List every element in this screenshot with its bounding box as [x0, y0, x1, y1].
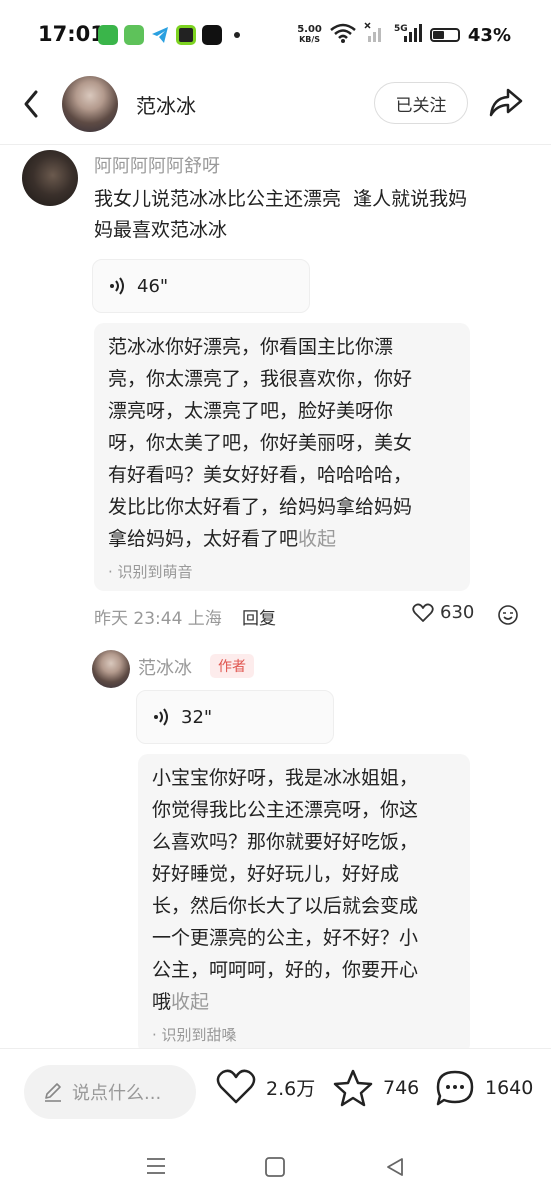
commenter-username[interactable]: 阿阿阿阿阿舒呀	[94, 152, 220, 178]
author-avatar[interactable]	[62, 76, 118, 132]
comment-input[interactable]: 说点什么...	[24, 1065, 196, 1119]
voice-transcript: 范冰冰你好漂亮，你看国主比你漂 亮，你太漂亮了，我很喜欢你，你好 漂亮呀，太漂亮…	[94, 323, 470, 591]
telegram-icon	[150, 25, 170, 45]
comment-input-placeholder: 说点什么...	[72, 1083, 162, 1104]
like-button[interactable]: 2.6万	[216, 1069, 315, 1105]
reply-transcript-text: 小宝宝你好呀，我是冰冰姐姐， 你觉得我比公主还漂亮呀，你这 么喜欢吗？那你就要好…	[152, 767, 419, 1013]
comment-bubble-icon	[436, 1070, 474, 1106]
reply-button[interactable]: 回复	[242, 604, 276, 629]
home-icon[interactable]	[264, 1156, 286, 1182]
net-speed-value: 5.00	[297, 24, 322, 35]
wechat-icon	[98, 25, 118, 45]
reply-voice-message[interactable]: 32"	[136, 690, 334, 744]
voice-duration: 46"	[137, 275, 169, 297]
transcript-text-wrap: 范冰冰你好漂亮，你看国主比你漂 亮，你太漂亮了，我很喜欢你，你好 漂亮呀，太漂亮…	[108, 331, 456, 555]
comment-like-count: 630	[440, 602, 475, 623]
pencil-icon	[45, 1083, 61, 1102]
signal-off-icon	[364, 22, 386, 48]
battery-icon	[429, 28, 460, 42]
reply-collapse-link[interactable]: 收起	[171, 991, 209, 1013]
bottom-action-bar: 说点什么... 2.6万 746 1640	[0, 1048, 551, 1135]
system-nav-bar	[0, 1136, 551, 1200]
comment-meta: 昨天 23:44 上海	[94, 609, 222, 629]
comment-count: 1640	[485, 1077, 534, 1099]
voice-message[interactable]: 46"	[92, 259, 310, 313]
like-count: 2.6万	[266, 1077, 316, 1100]
comment-text[interactable]: 我女儿说范冰冰比公主还漂亮 逢人就说我妈 妈最喜欢范冰冰	[94, 184, 524, 246]
top-bar: 范冰冰 已关注	[0, 72, 551, 136]
star-icon	[333, 1069, 373, 1107]
status-time: 17:01	[38, 22, 105, 46]
reply-username[interactable]: 范冰冰	[138, 654, 192, 680]
battery-percent: 43%	[467, 24, 511, 46]
collapse-link[interactable]: 收起	[298, 528, 336, 550]
svg-text:5G: 5G	[394, 24, 408, 34]
heart-icon	[216, 1069, 256, 1104]
voice-wave-icon	[154, 708, 168, 726]
back-triangle-icon[interactable]	[384, 1156, 406, 1182]
reply-voice-transcript: 小宝宝你好呀，我是冰冰姐姐， 你觉得我比公主还漂亮呀，你这 么喜欢吗？那你就要好…	[138, 754, 470, 1054]
status-bar: 17:01 5.00 KB/S 5G 43%	[0, 0, 551, 70]
reply-recognized-label: · 识别到甜嗓	[152, 1026, 237, 1044]
more-notifications-dot	[234, 32, 240, 38]
signal-5g-icon: 5G	[394, 22, 422, 48]
reply-transcript-text-wrap: 小宝宝你好呀，我是冰冰姐姐， 你觉得我比公主还漂亮呀，你这 么喜欢吗？那你就要好…	[152, 762, 456, 1018]
commenter-avatar[interactable]	[22, 150, 78, 206]
favorite-button[interactable]: 746	[333, 1069, 419, 1107]
follow-button[interactable]: 已关注	[374, 82, 468, 124]
header-divider	[0, 144, 551, 145]
emoji-reaction-icon[interactable]	[497, 604, 519, 626]
recognized-label: · 识别到萌音	[108, 563, 193, 581]
notification-icons	[98, 25, 240, 45]
reply-avatar[interactable]	[92, 650, 130, 688]
battery-fill	[432, 31, 445, 39]
net-speed-unit: KB/S	[299, 35, 321, 44]
author-name[interactable]: 范冰冰	[136, 90, 196, 119]
wifi-icon	[330, 23, 356, 47]
heart-icon	[412, 603, 434, 622]
capcut-icon	[202, 25, 222, 45]
menu-icon[interactable]	[145, 1156, 167, 1180]
net-speed: 5.00 KB/S	[297, 25, 322, 45]
message-app-icon	[124, 25, 144, 45]
transcript-text: 范冰冰你好漂亮，你看国主比你漂 亮，你太漂亮了，我很喜欢你，你好 漂亮呀，太漂亮…	[108, 336, 413, 550]
app-icon	[176, 25, 196, 45]
voice-wave-icon	[110, 277, 124, 295]
share-icon[interactable]	[488, 86, 524, 120]
comment-button[interactable]: 1640	[435, 1069, 533, 1107]
comment-like-button[interactable]: 630	[412, 602, 474, 623]
back-button[interactable]	[18, 86, 46, 122]
author-badge: 作者	[210, 654, 254, 678]
favorite-count: 746	[383, 1077, 420, 1099]
reply-voice-duration: 32"	[181, 706, 213, 728]
